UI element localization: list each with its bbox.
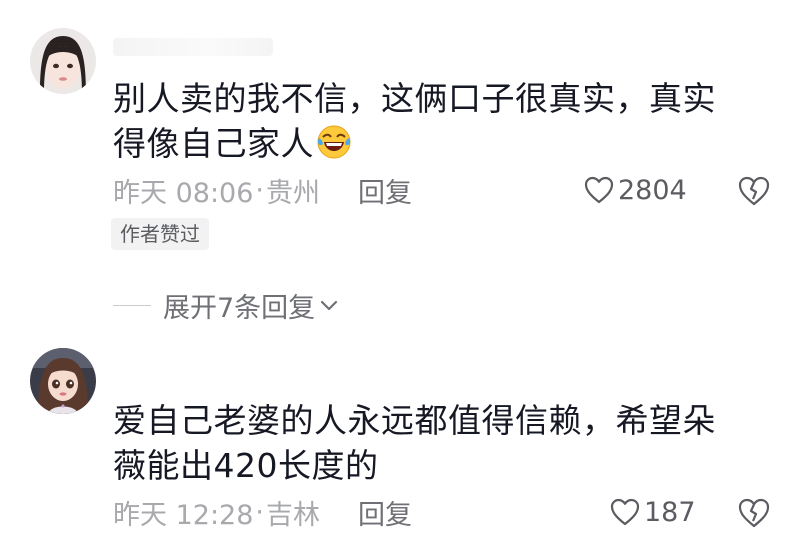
comment-time: 昨天 08:06 xyxy=(113,177,254,209)
like-count: 187 xyxy=(644,496,696,528)
heart-outline-icon xyxy=(584,176,614,204)
divider-line xyxy=(113,304,151,306)
chevron-down-icon xyxy=(321,300,338,311)
avatar[interactable] xyxy=(30,28,96,94)
comment-text-line: 薇能出420长度的 xyxy=(113,446,379,485)
like-button[interactable]: 2804 xyxy=(584,170,687,210)
comment-meta: 昨天 12:28 · 吉林 回复 xyxy=(113,492,412,532)
comment-text-line: 别人卖的我不信，这俩口子很真实，真实 xyxy=(113,79,716,118)
comment-text-line: 爱自己老婆的人永远都值得信赖，希望朵 xyxy=(113,401,716,440)
broken-heart-icon[interactable] xyxy=(738,497,770,529)
reply-button[interactable]: 回复 xyxy=(358,493,412,532)
broken-heart-icon[interactable] xyxy=(738,175,770,207)
heart-outline-icon xyxy=(610,498,640,526)
avatar-image xyxy=(30,348,96,414)
author-liked-badge: 作者赞过 xyxy=(111,218,209,250)
like-button[interactable]: 187 xyxy=(610,492,696,532)
avatar-image xyxy=(30,28,96,94)
username-redacted xyxy=(113,38,273,56)
avatar[interactable] xyxy=(30,348,96,414)
meta-separator: · xyxy=(255,174,264,206)
meta-separator: · xyxy=(255,496,264,528)
expand-replies-button[interactable]: 展开7条回复 xyxy=(113,285,339,325)
reply-button[interactable]: 回复 xyxy=(358,171,412,210)
comment-meta: 昨天 08:06 · 贵州 回复 xyxy=(113,170,412,210)
comment-text-line: 得像自己家人 xyxy=(113,124,314,163)
comment-item: 别人卖的我不信，这俩口子很真实，真实 得像自己家人 昨天 08:06 · 贵州 … xyxy=(0,0,800,340)
laughing-crying-emoji-icon xyxy=(317,125,351,159)
comment-time: 昨天 12:28 xyxy=(113,499,254,531)
expand-replies-label: 展开7条回复 xyxy=(163,292,316,324)
like-count: 2804 xyxy=(618,174,687,206)
comment-location: 吉林 xyxy=(266,499,320,531)
comment-text: 爱自己老婆的人永远都值得信赖，希望朵 薇能出420长度的 xyxy=(113,398,763,488)
comment-item: 爱自己老婆的人永远都值得信赖，希望朵 薇能出420长度的 昨天 12:28 · … xyxy=(0,340,800,551)
comment-location: 贵州 xyxy=(266,177,320,209)
comment-text: 别人卖的我不信，这俩口子很真实，真实 得像自己家人 xyxy=(113,76,763,166)
